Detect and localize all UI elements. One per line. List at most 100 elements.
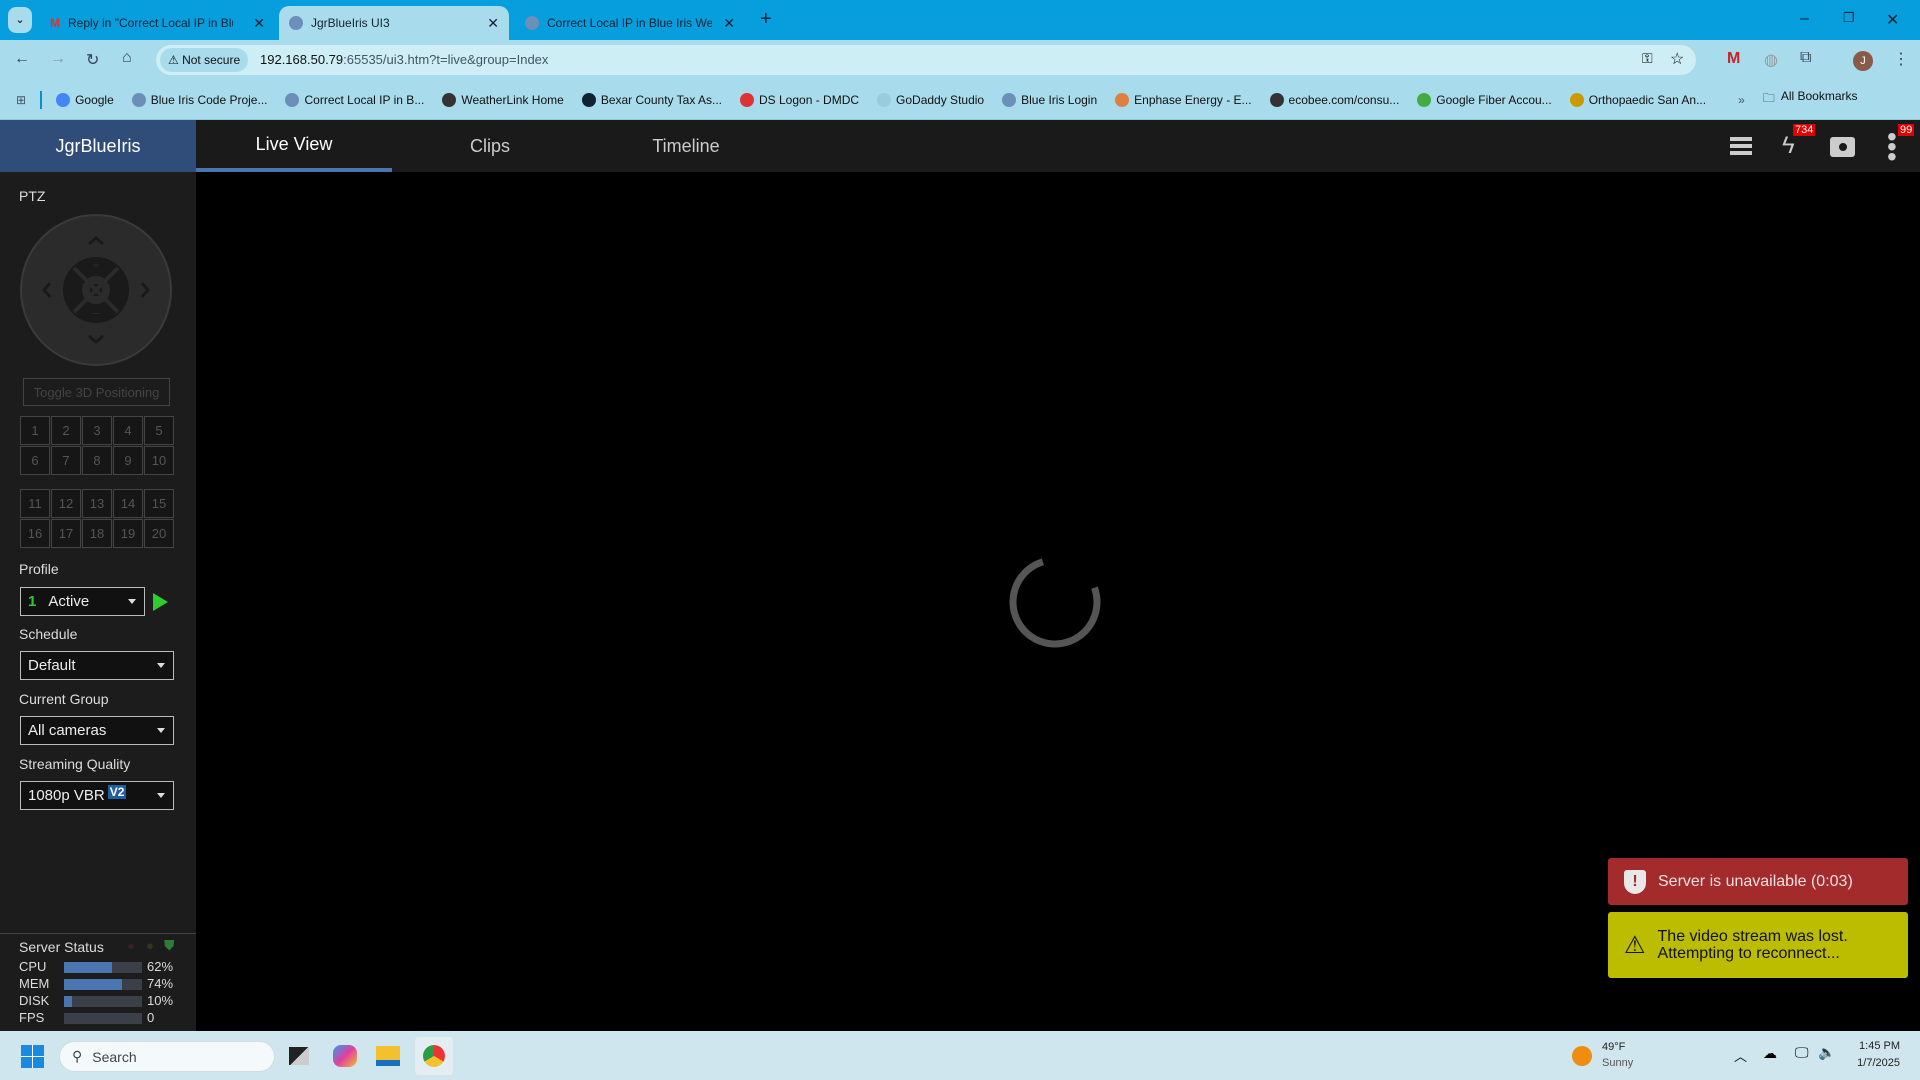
tab-timeline[interactable]: Timeline — [588, 120, 784, 172]
preset-button[interactable]: 19 — [113, 519, 143, 548]
restore-button[interactable]: ❐ — [1843, 10, 1855, 26]
browser-tab[interactable]: M Reply in "Correct Local IP in Blu ✕ — [40, 6, 275, 40]
warning-toast[interactable]: ⚠ The video stream was lost. Attempting t… — [1608, 912, 1908, 978]
toggle-3d-positioning-button[interactable]: Toggle 3D Positioning — [23, 378, 170, 406]
bookmark-item[interactable]: Google — [56, 92, 114, 107]
browser-tab-bar: ⌄ M Reply in "Correct Local IP in Blu ✕ … — [0, 0, 1920, 40]
preset-button[interactable]: 5 — [144, 416, 174, 445]
back-icon[interactable]: ← — [14, 50, 30, 68]
preset-button[interactable]: 20 — [144, 519, 174, 548]
url-text[interactable]: 192.168.50.79:65535/ui3.htm?t=live&group… — [260, 52, 548, 67]
bookmark-favicon-icon — [1002, 92, 1017, 107]
chrome-taskbar-icon[interactable] — [415, 1037, 453, 1075]
preset-button[interactable]: 1 — [20, 416, 50, 445]
schedule-select[interactable]: Default — [20, 651, 174, 680]
address-bar-row: ← → ↻ ⌂ ⚠ Not secure 192.168.50.79:65535… — [0, 40, 1920, 80]
tab-live-view[interactable]: Live View — [196, 120, 392, 172]
bookmark-item[interactable]: Blue Iris Login — [1002, 92, 1097, 107]
preset-button[interactable]: 12 — [51, 489, 81, 518]
home-icon[interactable]: ⌂ — [122, 49, 132, 67]
onedrive-icon[interactable]: ☁ — [1763, 1045, 1777, 1062]
bookmark-item[interactable]: Blue Iris Code Proje... — [131, 92, 267, 107]
network-icon[interactable]: 🖵 — [1795, 1044, 1809, 1061]
streaming-quality-select[interactable]: 1080p VBR V2 — [20, 781, 174, 810]
bookmark-item[interactable]: Google Fiber Accou... — [1417, 92, 1552, 107]
preset-button[interactable]: 7 — [51, 446, 81, 475]
preset-button[interactable]: 11 — [20, 489, 50, 518]
chevron-up-icon[interactable]: ︿ — [1734, 1046, 1747, 1065]
avatar[interactable]: J — [1853, 51, 1873, 71]
preset-button[interactable]: 2 — [51, 416, 81, 445]
snapshot-camera-icon[interactable] — [1830, 137, 1855, 157]
alerts-icon[interactable]: ϟ — [1782, 132, 1795, 160]
preset-button[interactable]: 9 — [113, 446, 143, 475]
preset-button[interactable]: 14 — [113, 489, 143, 518]
task-view-icon[interactable] — [289, 1047, 309, 1065]
ptz-control[interactable]: + – — [19, 213, 173, 367]
all-bookmarks[interactable]: 🗀 All Bookmarks — [1763, 89, 1858, 110]
volume-icon[interactable]: 🔈 — [1818, 1044, 1835, 1061]
current-group-label: Current Group — [19, 691, 109, 707]
close-window-button[interactable]: ✕ — [1886, 10, 1899, 30]
close-tab-icon[interactable]: ✕ — [487, 15, 499, 32]
preset-button[interactable]: 15 — [144, 489, 174, 518]
tab-clips[interactable]: Clips — [392, 120, 588, 172]
extension-icon[interactable]: ◍ — [1764, 50, 1778, 70]
browser-tab-active[interactable]: JgrBlueIris UI3 ✕ — [279, 6, 509, 40]
tab-search-button[interactable]: ⌄ — [8, 7, 32, 33]
taskbar-search[interactable]: ⚲ Search — [59, 1041, 275, 1072]
browser-menu-icon[interactable]: ⋮ — [1893, 49, 1909, 69]
preset-button[interactable]: 4 — [113, 416, 143, 445]
omnibox[interactable]: ⚠ Not secure 192.168.50.79:65535/ui3.htm… — [156, 45, 1696, 75]
clock-time[interactable]: 1:45 PM — [1859, 1040, 1900, 1052]
bookmark-favicon-icon — [877, 92, 892, 107]
bookmark-item[interactable]: GoDaddy Studio — [877, 92, 984, 107]
bookmark-item[interactable]: WeatherLink Home — [442, 92, 564, 107]
bookmark-item[interactable]: Orthopaedic San An... — [1569, 92, 1706, 107]
not-secure-chip[interactable]: ⚠ Not secure — [160, 48, 249, 72]
gmail-extension-icon[interactable]: M — [1727, 50, 1740, 68]
file-explorer-icon[interactable] — [376, 1046, 400, 1066]
preset-button[interactable]: 17 — [51, 519, 81, 548]
preset-button[interactable]: 10 — [144, 446, 174, 475]
bookmark-item[interactable]: Correct Local IP in B... — [285, 92, 424, 107]
preset-button[interactable]: 3 — [82, 416, 112, 445]
bookmarks-overflow[interactable]: » — [1738, 93, 1745, 107]
bookmark-item[interactable]: DS Logon - DMDC — [740, 92, 859, 107]
close-tab-icon[interactable]: ✕ — [253, 15, 265, 32]
bookmark-favicon-icon — [581, 92, 596, 107]
close-tab-icon[interactable]: ✕ — [723, 15, 735, 32]
bookmark-item[interactable]: Enphase Energy - E... — [1115, 92, 1252, 107]
preset-button[interactable]: 18 — [82, 519, 112, 548]
preset-button[interactable]: 6 — [20, 446, 50, 475]
copilot-icon[interactable] — [333, 1045, 357, 1067]
reload-icon[interactable]: ↻ — [86, 50, 99, 70]
bookmark-item[interactable]: Bexar County Tax As... — [581, 92, 722, 107]
apps-icon[interactable]: ⊞ — [16, 93, 26, 107]
weather-desc[interactable]: Sunny — [1602, 1057, 1633, 1069]
star-icon[interactable]: ☆ — [1670, 49, 1684, 69]
weather-temp[interactable]: 49°F — [1602, 1041, 1625, 1053]
clock-date[interactable]: 1/7/2025 — [1857, 1057, 1900, 1069]
forward-icon[interactable]: → — [50, 50, 66, 68]
error-toast[interactable]: ! Server is unavailable (0:03) — [1608, 858, 1908, 905]
brand-button[interactable]: JgrBlueIris — [0, 120, 196, 172]
windows-start-icon[interactable] — [21, 1045, 44, 1068]
taskbar: ⚲ Search 49°F Sunny ︿ ☁ 🖵 🔈 1:45 PM 1/7/2… — [0, 1031, 1920, 1080]
current-group-select[interactable]: All cameras — [20, 716, 174, 745]
camera-list-icon[interactable] — [1730, 137, 1752, 156]
bookmark-item[interactable]: ecobee.com/consu... — [1269, 92, 1399, 107]
puzzle-icon[interactable]: ⧉ — [1800, 49, 1811, 67]
stat-bar-fill — [64, 962, 113, 973]
new-tab-button[interactable]: + — [760, 8, 772, 31]
browser-tab[interactable]: Correct Local IP in Blue Iris Web ✕ — [515, 6, 745, 40]
play-profile-icon[interactable] — [153, 593, 168, 611]
preset-button[interactable]: 16 — [20, 519, 50, 548]
main-menu-icon[interactable]: • • • — [1887, 123, 1897, 171]
minimize-button[interactable]: – — [1800, 10, 1809, 28]
preset-button[interactable]: 8 — [82, 446, 112, 475]
key-icon[interactable]: ⚿ — [1642, 50, 1653, 67]
preset-button[interactable]: 13 — [82, 489, 112, 518]
zoom-in-icon: + — [92, 258, 99, 272]
profile-select[interactable]: 1 Active — [20, 587, 145, 616]
